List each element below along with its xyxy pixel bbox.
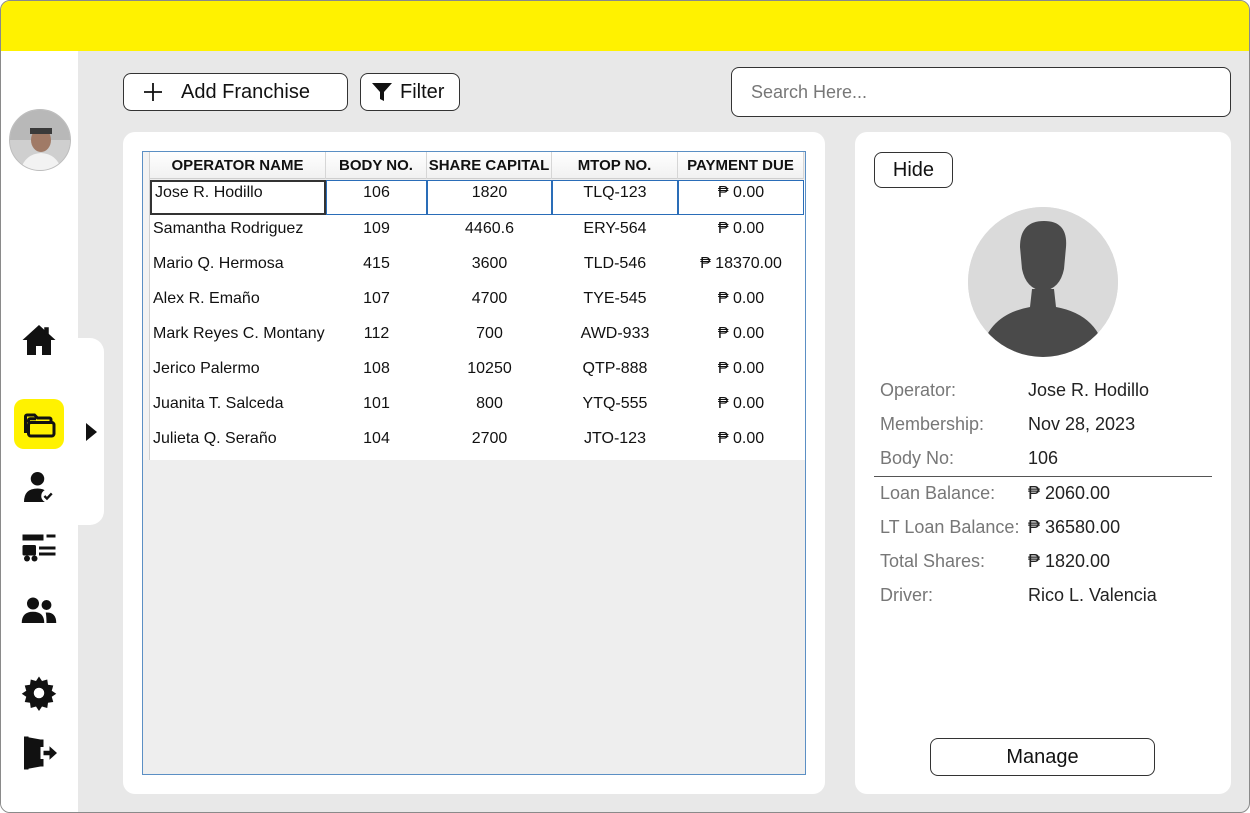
cell-payment-due: ₱ 18370.00 — [700, 254, 782, 272]
column-header-operator-name[interactable]: OPERATOR NAME — [150, 152, 326, 179]
table-row[interactable]: Mario Q. Hermosa 415 3600 TLD-546 ₱ 1837… — [150, 250, 805, 285]
cell-body-no: 415 — [363, 254, 390, 272]
search-box[interactable] — [731, 67, 1231, 117]
lt-loan-balance-label: LT Loan Balance: — [880, 517, 1020, 537]
cell-operator-name: Julieta Q. Seraño — [153, 429, 277, 447]
table-row[interactable]: Juanita T. Salceda 101 800 YTQ-555 ₱ 0.0… — [150, 390, 805, 425]
cell-payment-due: ₱ 0.00 — [717, 219, 765, 237]
franchise-folder-icon[interactable] — [14, 399, 64, 449]
cell-body-no: 107 — [363, 289, 390, 307]
search-input[interactable] — [751, 81, 1207, 103]
cell-payment-due: ₱ 0.00 — [717, 324, 765, 342]
app-window: Add Franchise Filter OPERATOR NAME BODY … — [0, 0, 1250, 813]
user-verified-icon[interactable] — [14, 462, 64, 512]
cell-mtop-no: JTO-123 — [584, 429, 646, 447]
cell-share-capital: 700 — [476, 324, 503, 342]
column-header-payment-due[interactable]: PAYMENT DUE — [678, 152, 804, 179]
table-row[interactable]: Julieta Q. Seraño 104 2700 JTO-123 ₱ 0.0… — [150, 425, 805, 460]
vehicles-icon[interactable] — [14, 523, 64, 573]
cell-mtop-no: TLD-546 — [583, 254, 647, 272]
driver-label: Driver: — [880, 585, 933, 605]
table-row[interactable]: Jerico Palermo 108 10250 QTP-888 ₱ 0.00 — [150, 355, 805, 390]
cell-body-no[interactable]: 106 — [326, 180, 427, 215]
total-shares-label: Total Shares: — [880, 551, 986, 571]
loan-balance-value: ₱ 2060.00 — [1028, 483, 1111, 503]
cell-operator-name: Samantha Rodriguez — [153, 219, 304, 237]
table-row[interactable]: Alex R. Emaño 107 4700 TYE-545 ₱ 0.00 — [150, 285, 805, 320]
grid-header: OPERATOR NAME BODY NO. SHARE CAPITAL MTO… — [150, 152, 804, 179]
cell-share-capital: 10250 — [467, 359, 512, 377]
plus-icon — [143, 82, 163, 102]
cell-payment-due: ₱ 0.00 — [717, 289, 765, 307]
cell-body-no: 104 — [363, 429, 390, 447]
hide-button[interactable]: Hide — [874, 152, 953, 188]
driver-value: Rico L. Valencia — [1028, 585, 1157, 605]
franchise-table-panel: OPERATOR NAME BODY NO. SHARE CAPITAL MTO… — [123, 132, 825, 794]
cell-operator-name: Jerico Palermo — [153, 359, 260, 377]
cell-mtop-no: TYE-545 — [583, 289, 647, 307]
add-franchise-button[interactable]: Add Franchise — [123, 73, 348, 111]
expand-arrow-icon[interactable] — [85, 422, 99, 442]
membership-label: Membership: — [880, 414, 985, 434]
home-icon[interactable] — [14, 315, 64, 365]
cell-operator-name: Mark Reyes C. Montany — [153, 324, 325, 342]
manage-button[interactable]: Manage — [930, 738, 1155, 776]
total-shares-value: ₱ 1820.00 — [1028, 551, 1111, 571]
operator-detail-panel: Hide Operator: Jose R. Hodillo Membershi… — [855, 132, 1231, 794]
cell-payment-due: ₱ 0.00 — [717, 394, 765, 412]
membership-value: Nov 28, 2023 — [1028, 414, 1136, 434]
lt-loan-balance-value: ₱ 36580.00 — [1028, 517, 1121, 537]
cell-body-no: 112 — [363, 324, 390, 342]
table-row[interactable]: Mark Reyes C. Montany 112 700 AWD-933 ₱ … — [150, 320, 805, 355]
members-icon[interactable] — [14, 586, 64, 636]
table-row[interactable]: Samantha Rodriguez 109 4460.6 ERY-564 ₱ … — [150, 215, 805, 250]
operator-value: Jose R. Hodillo — [1028, 380, 1150, 400]
cell-body-no: 108 — [363, 359, 390, 377]
loan-balance-label: Loan Balance: — [880, 483, 996, 503]
body-no-value: 106 — [1028, 448, 1059, 468]
column-header-body-no[interactable]: BODY NO. — [326, 152, 427, 179]
cell-share-capital: 4700 — [471, 289, 508, 307]
column-header-share-capital[interactable]: SHARE CAPITAL — [427, 152, 552, 179]
cell-operator-name: Alex R. Emaño — [153, 289, 260, 307]
cell-mtop-no: ERY-564 — [583, 219, 647, 237]
grid-body: Jose R. Hodillo 106 1820 TLQ-123 ₱ 0.00 … — [150, 180, 805, 460]
body-no-label: Body No: — [880, 448, 955, 468]
user-avatar[interactable] — [9, 109, 71, 171]
logout-icon[interactable] — [14, 728, 64, 778]
cell-mtop-no: AWD-933 — [580, 324, 650, 342]
settings-icon[interactable] — [14, 668, 64, 718]
cell-mtop-no[interactable]: TLQ-123 — [552, 180, 678, 215]
operator-label: Operator: — [880, 380, 957, 400]
cell-share-capital: 4460.6 — [465, 219, 514, 237]
cell-share-capital: 2700 — [471, 429, 508, 447]
cell-payment-due[interactable]: ₱ 0.00 — [678, 180, 804, 215]
cell-operator-name: Juanita T. Salceda — [153, 394, 284, 412]
cell-body-no: 109 — [363, 219, 390, 237]
filter-label: Filter — [400, 80, 445, 103]
cell-share-capital: 800 — [476, 394, 503, 412]
filter-button[interactable]: Filter — [360, 73, 460, 111]
cell-payment-due: ₱ 0.00 — [717, 429, 765, 447]
column-header-mtop-no[interactable]: MTOP NO. — [552, 152, 678, 179]
franchise-grid: OPERATOR NAME BODY NO. SHARE CAPITAL MTO… — [142, 151, 806, 775]
top-bar — [1, 1, 1249, 51]
cell-body-no: 101 — [363, 394, 390, 412]
cell-operator-name[interactable]: Jose R. Hodillo — [150, 180, 326, 215]
cell-operator-name: Mario Q. Hermosa — [153, 254, 284, 272]
cell-mtop-no: QTP-888 — [582, 359, 648, 377]
detail-divider — [874, 476, 1212, 477]
operator-avatar-placeholder — [968, 207, 1118, 357]
cell-share-capital[interactable]: 1820 — [427, 180, 552, 215]
add-franchise-label: Add Franchise — [181, 80, 310, 103]
cell-payment-due: ₱ 0.00 — [717, 359, 765, 377]
filter-icon — [371, 81, 393, 103]
cell-mtop-no: YTQ-555 — [582, 394, 648, 412]
cell-share-capital: 3600 — [471, 254, 508, 272]
row-header-gutter — [143, 152, 150, 460]
table-row-selected[interactable]: Jose R. Hodillo 106 1820 TLQ-123 ₱ 0.00 — [150, 180, 805, 215]
